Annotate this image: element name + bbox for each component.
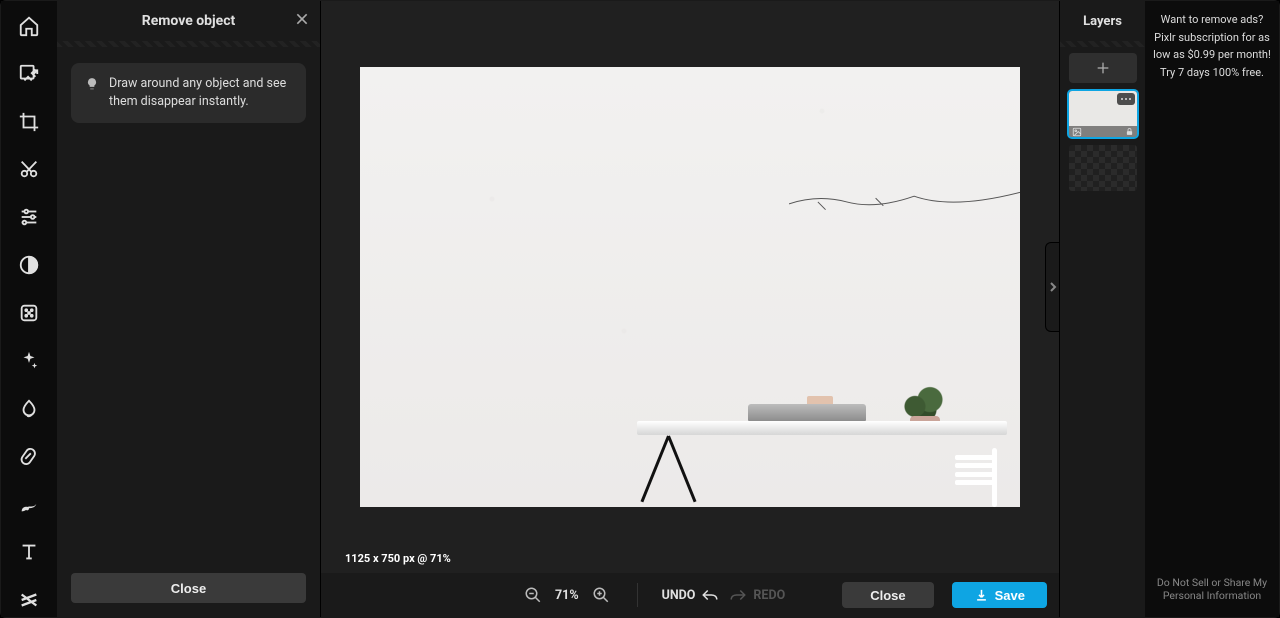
panel-header: Remove object — [57, 1, 320, 41]
redo-label: REDO — [753, 588, 785, 603]
app-root: Remove object Draw around any object and… — [0, 0, 1280, 618]
tool-tip: Draw around any object and see them disa… — [71, 63, 306, 123]
text-icon[interactable] — [9, 535, 49, 569]
liquify-icon[interactable] — [9, 392, 49, 426]
tool-panel: Remove object Draw around any object and… — [57, 1, 321, 617]
panel-separator — [57, 41, 320, 47]
save-button[interactable]: Save — [952, 582, 1047, 608]
layers-title: Layers — [1060, 1, 1145, 41]
layer-thumbnail-1[interactable] — [1069, 91, 1137, 137]
cutout-icon[interactable] — [9, 153, 49, 187]
layer-thumbnail-2[interactable] — [1069, 145, 1137, 191]
ad-line-3[interactable]: Try 7 days 100% free. — [1160, 64, 1264, 82]
adjust-icon[interactable] — [9, 200, 49, 234]
zoom-controls: 71% — [521, 583, 613, 607]
close-icon[interactable] — [294, 11, 310, 31]
divider — [637, 583, 638, 607]
workspace: 1125 x 750 px @ 71% 71% UNDO REDO — [321, 1, 1059, 617]
panel-close-button[interactable]: Close — [71, 573, 306, 603]
toolbar — [1, 1, 57, 617]
lock-icon — [1125, 127, 1134, 136]
retouch-icon[interactable] — [9, 440, 49, 474]
draw-icon[interactable] — [9, 487, 49, 521]
canvas-area[interactable]: 1125 x 750 px @ 71% — [321, 1, 1059, 573]
privacy-link[interactable]: Do Not Sell or Share My Personal Informa… — [1153, 576, 1271, 607]
layer-options-icon[interactable] — [1117, 93, 1135, 105]
contrast-icon[interactable] — [9, 248, 49, 282]
canvas[interactable] — [360, 67, 1020, 507]
crop-icon[interactable] — [9, 105, 49, 139]
save-label: Save — [995, 588, 1025, 603]
zoom-in-icon[interactable] — [589, 583, 613, 607]
zoom-level: 71% — [555, 588, 579, 603]
download-icon — [974, 588, 989, 603]
undo-button[interactable]: UNDO — [662, 587, 720, 603]
ad-line-1: Want to remove ads? — [1161, 11, 1264, 29]
bottom-bar: 71% UNDO REDO Close Save — [321, 573, 1059, 617]
layers-separator — [1060, 41, 1145, 47]
undo-label: UNDO — [662, 588, 696, 603]
ai-icon[interactable] — [9, 344, 49, 378]
ad-sidebar: Want to remove ads? Pixlr subscription f… — [1145, 1, 1279, 617]
image-type-icon — [1072, 127, 1082, 137]
canvas-dimensions: 1125 x 750 px @ 71% — [345, 552, 451, 565]
tip-text: Draw around any object and see them disa… — [109, 75, 292, 111]
panel-title: Remove object — [142, 13, 236, 29]
arrange-icon[interactable] — [9, 57, 49, 91]
collapse-layers-icon[interactable] — [1045, 242, 1059, 332]
redo-button[interactable]: REDO — [729, 587, 785, 603]
home-icon[interactable] — [9, 9, 49, 43]
add-layer-button[interactable] — [1069, 53, 1137, 83]
history-controls: UNDO REDO — [662, 587, 786, 603]
zoom-out-icon[interactable] — [521, 583, 545, 607]
canvas-frame — [360, 67, 1020, 507]
ad-line-2: Pixlr subscription for as low as $0.99 p… — [1153, 29, 1271, 64]
layers-panel: Layers — [1059, 1, 1145, 617]
filter-icon[interactable] — [9, 296, 49, 330]
close-button[interactable]: Close — [842, 582, 933, 608]
image-content — [360, 67, 1020, 507]
element-icon[interactable] — [9, 583, 49, 617]
bulb-icon — [85, 77, 99, 91]
